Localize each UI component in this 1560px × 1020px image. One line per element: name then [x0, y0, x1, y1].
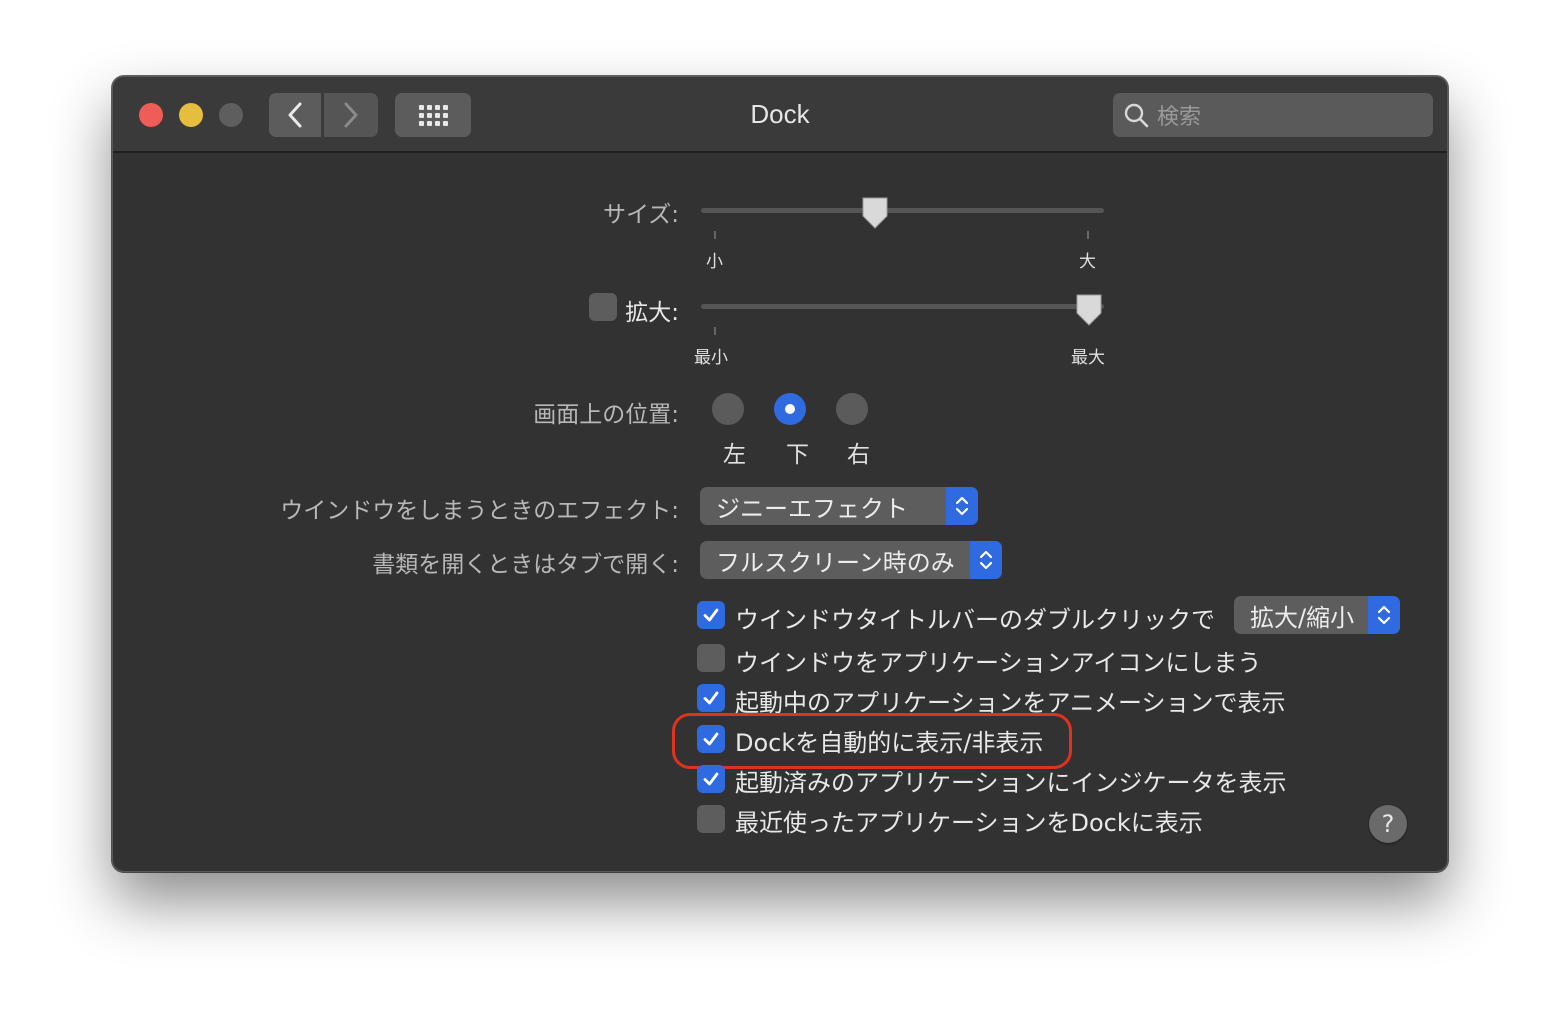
- size-slider-track[interactable]: [701, 208, 1104, 213]
- checkmark-icon: [703, 772, 719, 786]
- show-recent-apps-label: 最近使ったアプリケーションをDockに表示: [735, 809, 1203, 837]
- tabs-popup[interactable]: フルスクリーン時のみ: [700, 541, 1002, 579]
- tabs-value: フルスクリーン時のみ: [716, 548, 955, 577]
- help-button[interactable]: ?: [1369, 805, 1407, 843]
- position-label: 画面上の位置:: [533, 402, 679, 428]
- checkmark-icon: [703, 691, 719, 705]
- double-click-label: ウインドウタイトルバーのダブルクリックで: [735, 606, 1215, 634]
- size-tick-min: [714, 231, 716, 239]
- preferences-window: Dock 検索 サイズ: 小 大 拡大: 最小 最大 画面上の位置: 左 下 右…: [112, 76, 1448, 872]
- minimize-into-icon-label: ウインドウをアプリケーションアイコンにしまう: [735, 649, 1262, 677]
- position-bottom-label: 下: [786, 442, 809, 468]
- search-placeholder: 検索: [1157, 105, 1202, 130]
- size-tick-max: [1087, 231, 1089, 239]
- show-recent-apps-checkbox[interactable]: [697, 805, 725, 833]
- position-right-label: 右: [847, 442, 870, 468]
- magnification-min-label: 最小: [694, 348, 728, 368]
- autohide-dock-checkbox[interactable]: [697, 725, 725, 753]
- size-slider-thumb[interactable]: [860, 196, 890, 232]
- magnification-max-label: 最大: [1071, 348, 1105, 368]
- position-bottom-radio[interactable]: [774, 393, 806, 425]
- checkmark-icon: [703, 732, 719, 746]
- magnification-slider-track[interactable]: [701, 304, 1104, 309]
- double-click-popup[interactable]: 拡大/縮小: [1234, 596, 1400, 634]
- position-left-radio[interactable]: [712, 393, 744, 425]
- updown-chevron-icon: [970, 541, 1002, 579]
- double-click-value: 拡大/縮小: [1250, 603, 1355, 632]
- size-label: サイズ:: [602, 202, 679, 228]
- autohide-dock-label: Dockを自動的に表示/非表示: [735, 729, 1044, 757]
- updown-chevron-icon: [946, 487, 978, 525]
- updown-chevron-icon: [1368, 596, 1400, 634]
- double-click-checkbox[interactable]: [697, 601, 725, 629]
- animate-opening-checkbox[interactable]: [697, 684, 725, 712]
- position-right-radio[interactable]: [836, 393, 868, 425]
- show-indicators-checkbox[interactable]: [697, 765, 725, 793]
- size-max-label: 大: [1079, 252, 1096, 272]
- magnification-checkbox[interactable]: [589, 293, 617, 321]
- minimize-effect-label: ウインドウをしまうときのエフェクト:: [280, 498, 679, 524]
- magnification-tick-min: [714, 327, 716, 335]
- position-left-label: 左: [723, 442, 746, 468]
- search-icon: [1124, 103, 1149, 128]
- checkmark-icon: [703, 608, 719, 622]
- title-bar: Dock 検索: [113, 77, 1447, 153]
- magnification-slider-thumb[interactable]: [1074, 293, 1104, 329]
- minimize-effect-popup[interactable]: ジニーエフェクト: [700, 487, 978, 525]
- search-field[interactable]: 検索: [1113, 93, 1433, 137]
- size-min-label: 小: [706, 252, 723, 272]
- tabs-label: 書類を開くときはタブで開く:: [372, 552, 679, 578]
- show-indicators-label: 起動済みのアプリケーションにインジケータを表示: [735, 769, 1287, 797]
- minimize-into-icon-checkbox[interactable]: [697, 644, 725, 672]
- magnification-label: 拡大:: [625, 300, 679, 326]
- minimize-effect-value: ジニーエフェクト: [716, 494, 908, 523]
